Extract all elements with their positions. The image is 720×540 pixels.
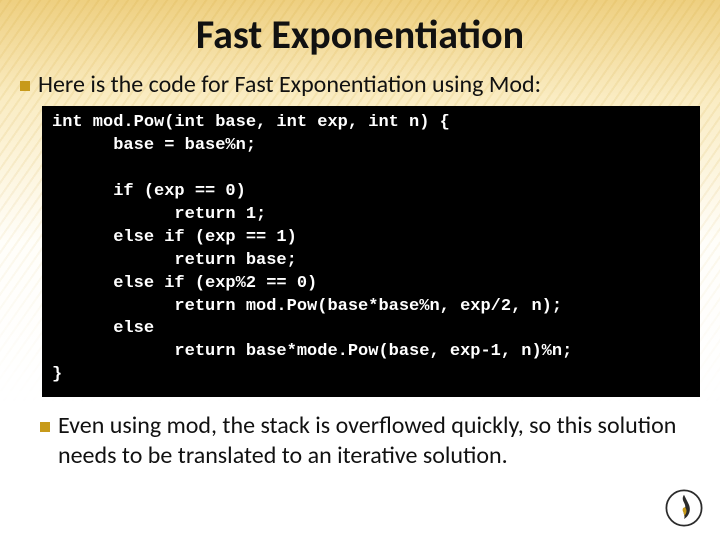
- square-bullet-icon: [20, 81, 30, 91]
- square-bullet-icon: [40, 422, 50, 432]
- code-block: int mod.Pow(int base, int exp, int n) { …: [42, 106, 700, 397]
- bullet-text: Here is the code for Fast Exponentiation…: [38, 70, 541, 100]
- bullet-text: Even using mod, the stack is overflowed …: [58, 411, 700, 471]
- page-title: Fast Exponentiation: [0, 10, 720, 59]
- slide: Fast Exponentiation Here is the code for…: [0, 0, 720, 540]
- bullet-item-outro: Even using mod, the stack is overflowed …: [20, 411, 700, 471]
- content-area: Here is the code for Fast Exponentiation…: [20, 70, 700, 477]
- bullet-item-intro: Here is the code for Fast Exponentiation…: [20, 70, 700, 100]
- flame-logo-icon: [662, 486, 706, 530]
